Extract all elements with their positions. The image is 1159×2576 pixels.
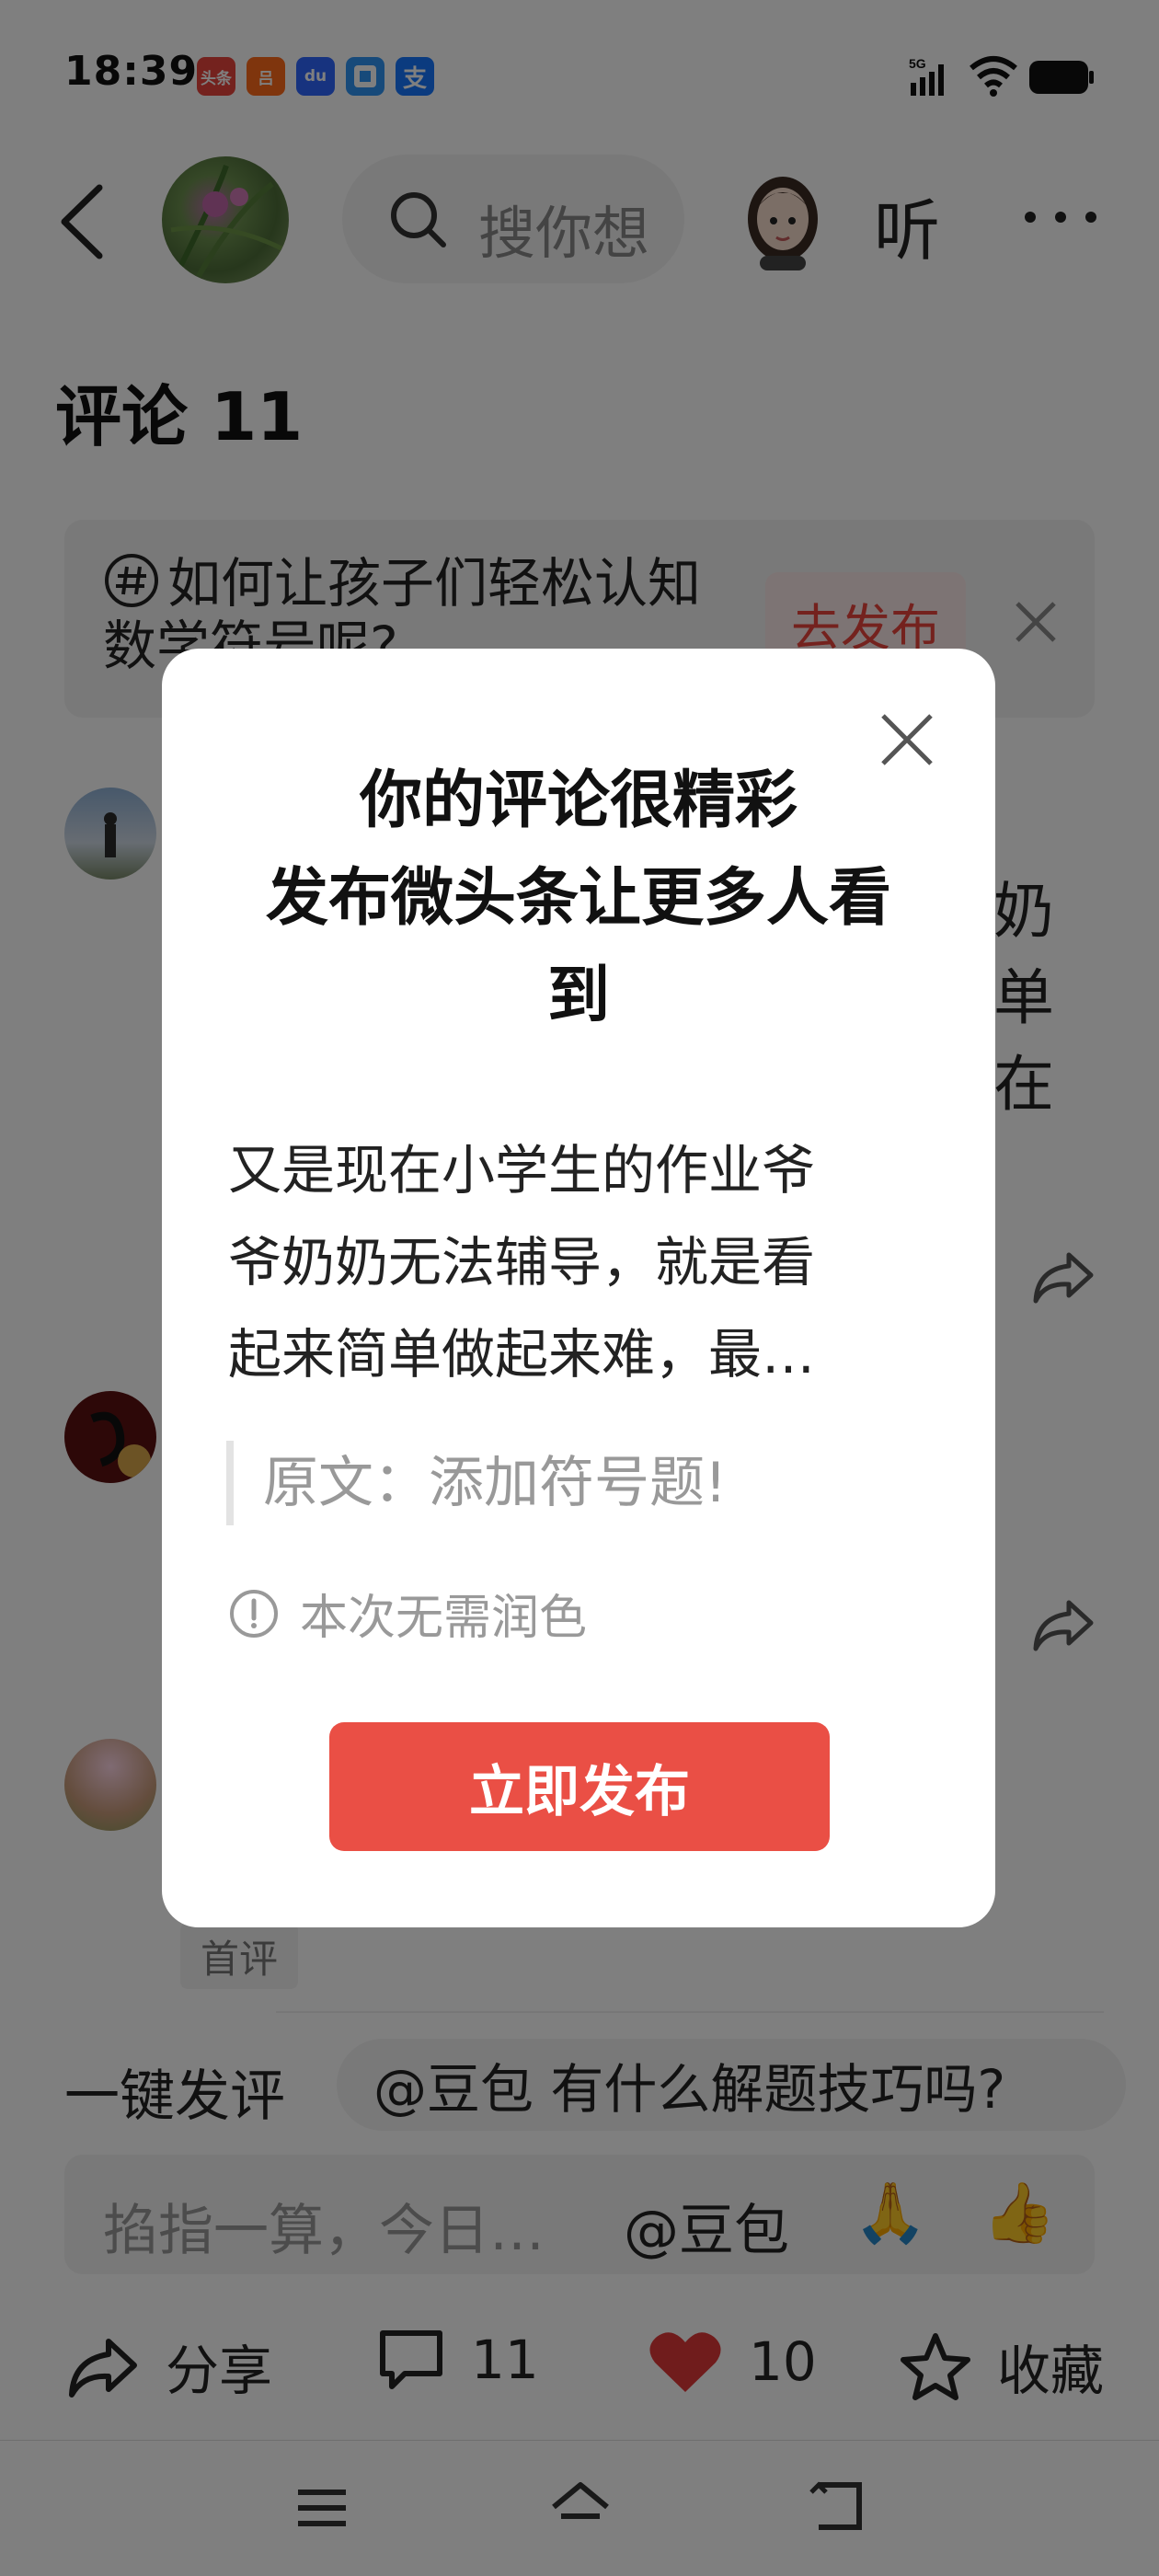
info-icon	[230, 1589, 278, 1638]
original-text-quote: 原文：添加符号题!	[226, 1441, 870, 1525]
dialog-body: 又是现在小学生的作业爷 爷奶奶无法辅导，就是看 起来简单做起来难，最…	[228, 1139, 816, 1386]
polish-hint: 本次无需润色	[228, 1579, 587, 1648]
publish-now-button[interactable]: 立即发布	[329, 1722, 830, 1851]
dialog-title: 你的评论很精彩 发布微头条让更多人看 到	[265, 765, 891, 1032]
